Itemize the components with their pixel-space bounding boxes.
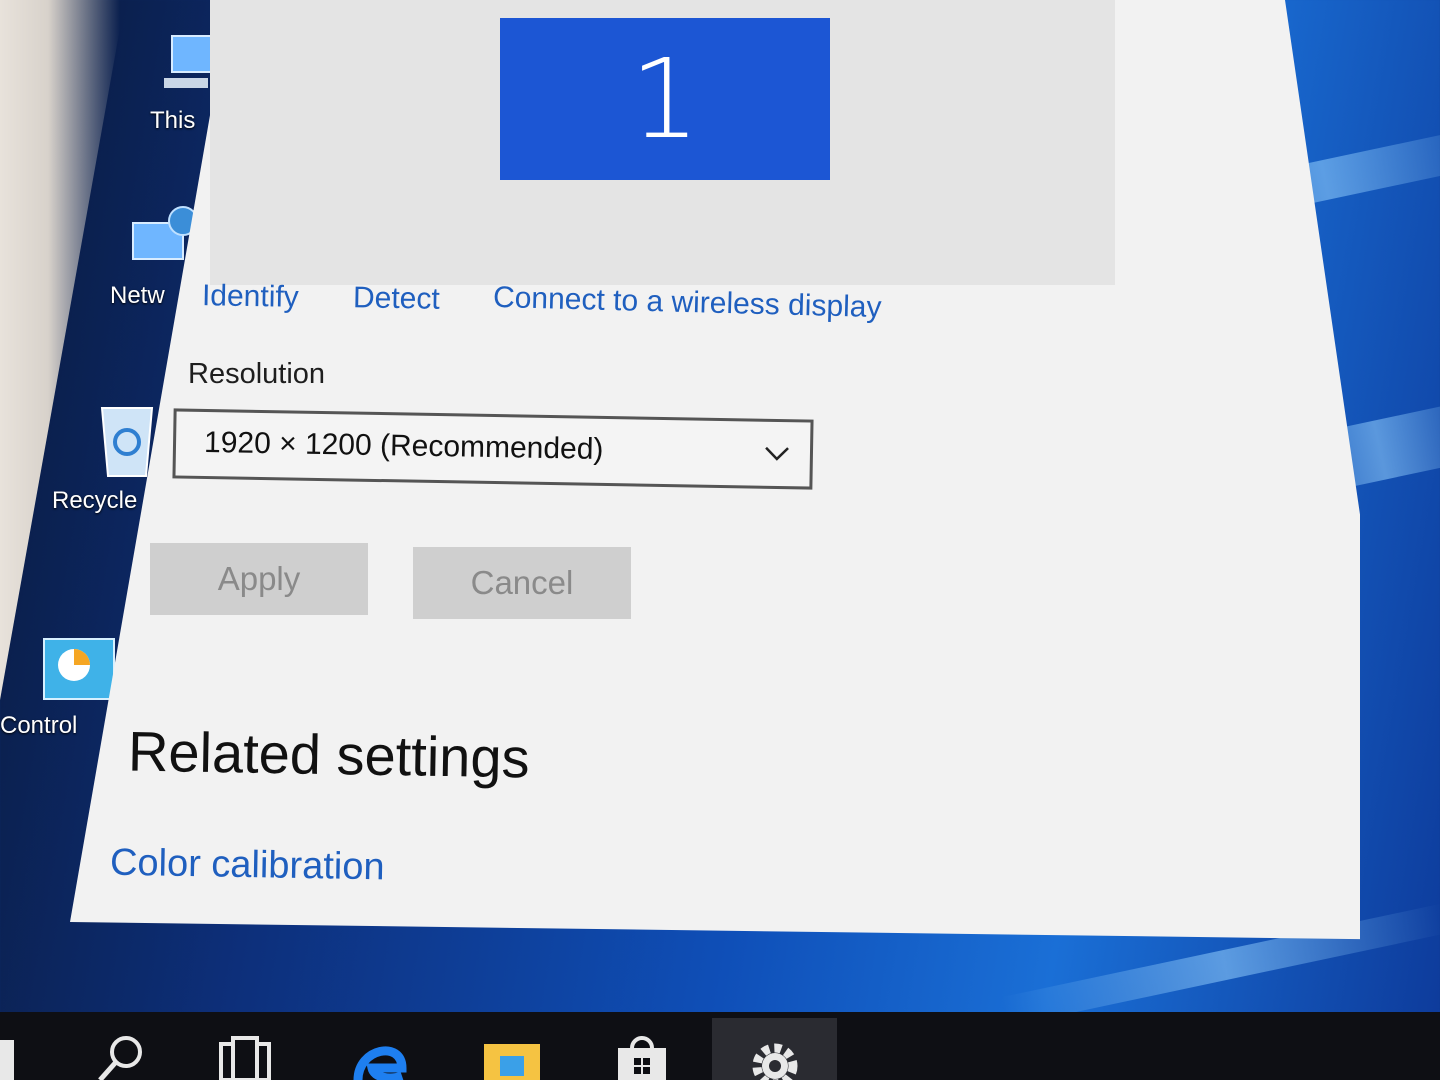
apply-button-label: Apply bbox=[217, 560, 301, 597]
desktop-icon-label: Control bbox=[0, 712, 78, 739]
search-icon[interactable] bbox=[88, 1030, 148, 1080]
file-explorer-icon[interactable] bbox=[482, 1030, 542, 1080]
store-icon[interactable] bbox=[612, 1030, 672, 1080]
detect-link[interactable]: Detect bbox=[353, 281, 440, 317]
task-view-icon[interactable] bbox=[215, 1030, 275, 1080]
start-icon[interactable] bbox=[0, 1030, 30, 1080]
desktop-icon-control-panel[interactable]: Control bbox=[0, 635, 120, 740]
resolution-value: 1920 × 1200 (Recommended) bbox=[203, 425, 604, 466]
apply-button[interactable]: Apply bbox=[150, 543, 368, 615]
settings-icon[interactable] bbox=[745, 1030, 805, 1080]
related-settings-heading: Related settings bbox=[127, 719, 531, 790]
cancel-button[interactable]: Cancel bbox=[413, 547, 631, 619]
color-calibration-link[interactable]: Color calibration bbox=[110, 842, 385, 890]
cancel-button-label: Cancel bbox=[470, 564, 574, 601]
edge-icon[interactable] bbox=[350, 1030, 410, 1080]
chevron-down-icon bbox=[765, 446, 789, 461]
identify-link[interactable]: Identify bbox=[202, 279, 299, 315]
resolution-dropdown[interactable]: 1920 × 1200 (Recommended) bbox=[172, 408, 814, 490]
resolution-label: Resolution bbox=[188, 358, 326, 390]
control-panel-icon bbox=[43, 638, 115, 700]
monitor-number: 1 bbox=[630, 35, 700, 163]
monitor-tile[interactable]: 1 bbox=[500, 18, 830, 180]
